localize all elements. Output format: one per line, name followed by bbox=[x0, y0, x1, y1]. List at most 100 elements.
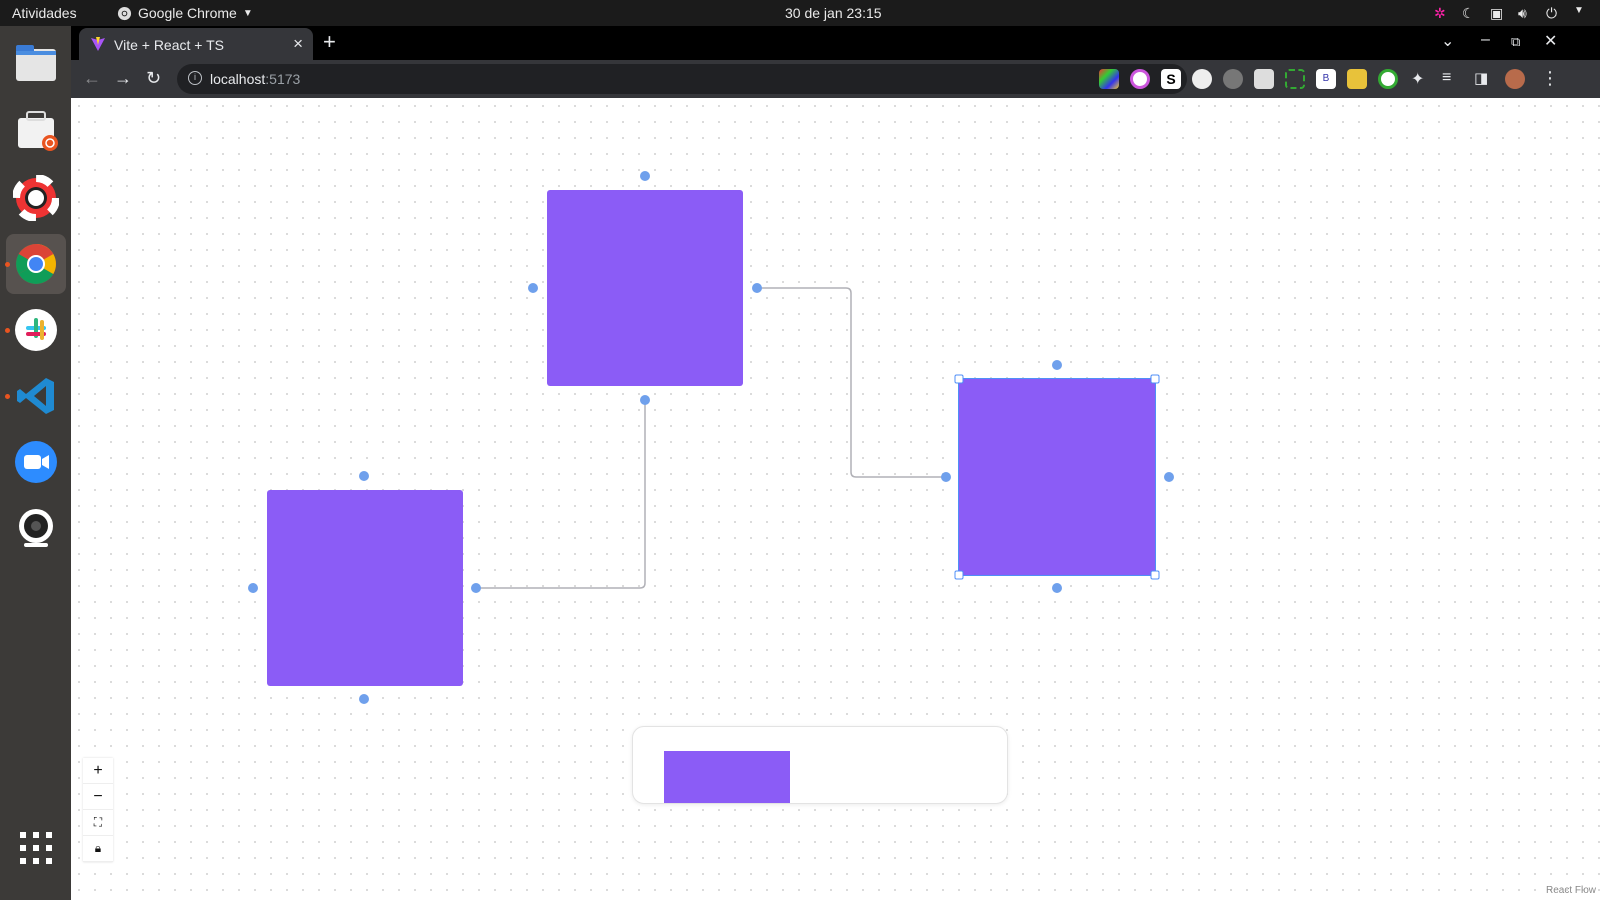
extension-grey-icon[interactable] bbox=[1192, 69, 1212, 89]
url-text: localhost:5173 bbox=[210, 71, 300, 87]
palette-square-node[interactable] bbox=[664, 751, 790, 803]
vscode-icon bbox=[17, 378, 54, 414]
edge-top-to-right[interactable] bbox=[757, 287, 946, 478]
dock-webcam[interactable] bbox=[6, 498, 66, 558]
webcam-icon bbox=[19, 509, 53, 547]
fit-view-button[interactable]: ⛶ bbox=[83, 810, 113, 836]
app-menu[interactable]: Google Chrome ▼ bbox=[117, 5, 253, 21]
node-left-handle-bottom[interactable] bbox=[359, 694, 369, 704]
extension-tag-icon[interactable] bbox=[1347, 69, 1367, 89]
node-right-handle-right[interactable] bbox=[1164, 472, 1174, 482]
dock-app-grid[interactable] bbox=[6, 818, 66, 878]
activities-button[interactable]: Atividades bbox=[12, 5, 77, 21]
resize-handle-bottom-left[interactable] bbox=[954, 570, 964, 580]
vite-favicon-icon bbox=[91, 37, 105, 51]
resize-handle-bottom-right[interactable] bbox=[1150, 570, 1160, 580]
running-indicator bbox=[5, 262, 10, 267]
node-top[interactable] bbox=[547, 190, 743, 386]
site-info-icon[interactable]: i bbox=[188, 71, 202, 85]
react-flow-canvas[interactable]: + − ⛶ 🔒︎ React Flow bbox=[71, 98, 1600, 900]
profile-avatar[interactable] bbox=[1505, 69, 1525, 89]
reload-icon[interactable]: ↻ bbox=[146, 68, 161, 89]
tab-search-icon[interactable]: ⌄ bbox=[1441, 31, 1454, 51]
dock-vscode[interactable] bbox=[5, 366, 66, 426]
extension-b-icon[interactable]: B bbox=[1316, 69, 1336, 89]
chrome-window: Vite + React + TS × + ⌄ – ⧉ ✕ ← → ↻ i lo… bbox=[71, 26, 1600, 900]
extension-doc-icon[interactable] bbox=[1254, 69, 1274, 89]
chrome-small-icon bbox=[117, 6, 132, 20]
node-palette bbox=[632, 726, 1008, 804]
back-icon[interactable]: ← bbox=[83, 68, 101, 89]
side-panel-icon[interactable]: ◨ bbox=[1474, 69, 1488, 87]
url-port: :5173 bbox=[265, 71, 301, 87]
plus-icon: + bbox=[93, 761, 103, 779]
dock-files[interactable] bbox=[6, 34, 66, 94]
dock-slack[interactable] bbox=[5, 300, 66, 360]
url-host: localhost bbox=[210, 71, 266, 87]
dock-chrome[interactable] bbox=[5, 234, 66, 294]
restore-icon[interactable]: ⧉ bbox=[1511, 34, 1520, 50]
extensions-puzzle-icon[interactable]: ✦ bbox=[1411, 69, 1424, 89]
clock[interactable]: 30 de jan 23:15 bbox=[785, 5, 882, 21]
tab-title: Vite + React + TS bbox=[114, 37, 224, 53]
node-top-handle-right[interactable] bbox=[752, 283, 762, 293]
minimize-icon[interactable]: – bbox=[1481, 31, 1490, 49]
resize-handle-top-left[interactable] bbox=[954, 374, 964, 384]
node-left-handle-top[interactable] bbox=[359, 471, 369, 481]
files-icon bbox=[16, 45, 56, 81]
power-icon[interactable]: ⏻ bbox=[1546, 5, 1562, 21]
resize-handle-top-right[interactable] bbox=[1150, 374, 1160, 384]
volume-icon[interactable]: 🔊︎ bbox=[1518, 5, 1534, 21]
dock-help[interactable] bbox=[6, 168, 66, 228]
more-menu-icon[interactable]: ⋮ bbox=[1541, 68, 1559, 89]
media-queue-icon[interactable]: ≡ bbox=[1442, 69, 1451, 87]
extension-s-icon[interactable]: S bbox=[1161, 69, 1181, 89]
address-bar[interactable]: i localhost:5173 ⇪ ☆ bbox=[177, 64, 1187, 94]
extension-colorpick-icon[interactable] bbox=[1099, 69, 1119, 89]
dock-zoom[interactable] bbox=[6, 432, 66, 492]
extension-circle-icon[interactable] bbox=[1130, 69, 1150, 89]
slack-icon bbox=[15, 309, 57, 351]
app-menu-label: Google Chrome bbox=[138, 5, 237, 21]
node-left-handle-right[interactable] bbox=[471, 583, 481, 593]
node-top-handle-bottom[interactable] bbox=[640, 395, 650, 405]
tab-strip: Vite + React + TS × + ⌄ – ⧉ ✕ bbox=[71, 26, 1600, 60]
night-light-icon[interactable]: ☾ bbox=[1462, 5, 1478, 21]
new-tab-button[interactable]: + bbox=[323, 29, 336, 55]
forward-icon[interactable]: → bbox=[114, 68, 132, 89]
dock-software[interactable] bbox=[6, 101, 66, 161]
zoom-in-button[interactable]: + bbox=[83, 758, 113, 784]
caret-down-icon: ▼ bbox=[242, 7, 253, 19]
caret-down-icon[interactable]: ▼ bbox=[1574, 5, 1590, 21]
tab-vite-react-ts[interactable]: Vite + React + TS × bbox=[79, 28, 313, 60]
running-indicator bbox=[5, 394, 10, 399]
slack-tray-icon[interactable]: ✲ bbox=[1434, 5, 1450, 21]
node-top-handle-left[interactable] bbox=[528, 283, 538, 293]
browser-toolbar: ← → ↻ i localhost:5173 ⇪ ☆ S B ✦ ≡ ◨ ⋮ bbox=[71, 60, 1600, 98]
app-grid-icon bbox=[20, 832, 52, 864]
lock-button[interactable]: 🔒︎ bbox=[83, 836, 113, 862]
node-right-handle-bottom[interactable] bbox=[1052, 583, 1062, 593]
dock bbox=[0, 26, 71, 900]
extension-frog-icon[interactable] bbox=[1378, 69, 1398, 89]
edge-left-to-top[interactable] bbox=[476, 400, 646, 589]
fit-view-icon: ⛶ bbox=[93, 815, 103, 829]
node-top-handle-top[interactable] bbox=[640, 171, 650, 181]
node-right-handle-top[interactable] bbox=[1052, 360, 1062, 370]
zoom-out-button[interactable]: − bbox=[83, 784, 113, 810]
help-icon bbox=[13, 175, 59, 221]
flow-controls: + − ⛶ 🔒︎ bbox=[83, 758, 113, 862]
window-icon[interactable]: ▣ bbox=[1490, 5, 1506, 21]
chrome-icon bbox=[16, 244, 56, 284]
node-right-selected[interactable] bbox=[958, 378, 1156, 576]
react-flow-attribution[interactable]: React Flow bbox=[1546, 885, 1596, 896]
extension-select-icon[interactable] bbox=[1285, 69, 1305, 89]
node-right-handle-left[interactable] bbox=[941, 472, 951, 482]
running-indicator bbox=[5, 328, 10, 333]
extension-face-icon[interactable] bbox=[1223, 69, 1243, 89]
tab-close-icon[interactable]: × bbox=[293, 34, 303, 54]
node-left[interactable] bbox=[267, 490, 463, 686]
software-center-icon bbox=[18, 111, 58, 151]
close-window-icon[interactable]: ✕ bbox=[1544, 31, 1557, 51]
node-left-handle-left[interactable] bbox=[248, 583, 258, 593]
